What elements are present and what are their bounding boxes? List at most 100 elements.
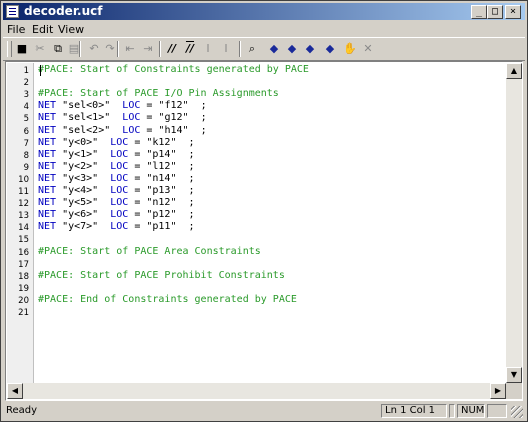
scroll-up-button[interactable]: ▲ [506,63,522,79]
line-number: 4 [23,102,29,113]
menu-view[interactable]: View [58,23,84,36]
window-title: decoder.ucf [24,4,103,18]
format-icon[interactable]: I [217,41,235,57]
code-line: NET "y<6>" LOC = "p12" ; [38,209,195,220]
code-line: NET "sel<1>" LOC = "g12" ; [38,112,207,123]
code-line: #PACE: Start of PACE I/O Pin Assignments [38,88,279,99]
save-icon[interactable]: ■ [13,41,31,57]
comment-token: #PACE: Start of Constraints generated by… [38,64,309,75]
document-icon [6,5,19,18]
line-number: 16 [18,247,29,258]
toolbar-separator [239,41,241,57]
text-token: "y<4>" [56,185,111,196]
horizontal-scrollbar[interactable]: ◀ ▶ [7,383,506,399]
line-number: 20 [18,295,29,306]
comment-token: #PACE: Start of PACE Prohibit Constraint… [38,269,285,281]
keyword-token: NET [38,100,57,112]
line-number: 14 [18,223,29,234]
text-token: "sel<0>" [56,100,123,112]
code-line: NET "sel<0>" LOC = "f12" ; [38,100,207,111]
text-token: = "f12" ; [140,100,207,112]
line-number: 19 [18,283,29,294]
num-lock-indicator: NUM [457,404,485,418]
bookmark-clear-icon[interactable]: ◆ [321,41,339,57]
bookmark-toggle-icon[interactable]: ◆ [265,41,283,57]
cut-icon[interactable]: ✂ [31,41,49,57]
text-token: = "p12" ; [128,209,195,221]
toolbar-separator [159,41,161,57]
text-token: "y<3>" [56,172,111,184]
menu-file[interactable]: File [7,23,25,36]
editor-window: decoder.ucf _ □ × File Edit View ■ ✂ ⧉ ▤ ↶ ↷ ⇤… [0,0,528,422]
outdent-icon[interactable]: ⇤ [121,41,139,57]
scroll-left-button[interactable]: ◀ [7,383,23,399]
hand-icon[interactable]: ✋ [341,41,359,57]
resize-grip[interactable] [511,406,523,418]
keyword-token: LOC [110,185,129,196]
scrollbar-corner [506,383,522,399]
line-number-gutter: 1 2 3 4 5 6 7 8 9 10 11 12 13 14 15 16 17 18 19 20 21 [7,63,34,383]
vertical-scrollbar[interactable]: ▲ ▼ [506,63,522,383]
menu-edit[interactable]: Edit [32,23,53,36]
keyword-token: NET [38,160,57,172]
bookmark-next-icon[interactable]: ◆ [283,41,301,57]
text-token: "y<1>" [56,148,111,160]
comment-token: #PACE: End of Constraints generated by P… [38,293,297,305]
find-icon[interactable]: ⌕ [243,41,261,57]
italic-icon[interactable]: I [199,41,217,57]
close-button[interactable]: × [505,5,521,19]
toolbar-grip[interactable] [7,41,12,57]
text-token: = "g12" ; [140,112,207,124]
code-line: NET "y<5>" LOC = "n12" ; [38,197,195,208]
line-number: 11 [18,187,29,197]
code-line: NET "y<4>" LOC = "p13" ; [38,185,195,196]
code-line: NET "y<3>" LOC = "n14" ; [38,173,195,184]
line-number: 7 [23,138,29,149]
code-editor[interactable]: 1 2 3 4 5 6 7 8 9 10 11 12 13 14 15 16 17 18 19 20 21 #PACE:… [5,61,523,401]
bookmark-prev-icon[interactable]: ◆ [301,41,319,57]
line-number: 13 [18,211,29,222]
tools-icon[interactable]: ✕ [359,41,377,57]
keyword-token: LOC [110,172,129,184]
minimize-button[interactable]: _ [471,5,487,19]
indent-icon[interactable]: ⇥ [139,41,157,57]
code-line: #PACE: Start of PACE Prohibit Constraint… [38,270,285,281]
cursor-position: Ln 1 Col 1 [381,404,447,418]
scroll-down-button[interactable]: ▼ [506,367,522,383]
comment-icon[interactable]: // [163,41,181,57]
redo-icon[interactable]: ↷ [101,41,119,57]
line-number: 2 [23,78,29,89]
line-number: 15 [18,235,29,246]
text-token: = "p11" ; [128,221,195,233]
uncomment-icon[interactable]: // [181,41,199,57]
line-number: 5 [23,114,29,125]
line-number: 3 [23,90,29,101]
comment-token: #PACE: Start of PACE Area Constraints [38,245,261,257]
keyword-token: NET [38,221,57,233]
text-token: = "h14" ; [140,124,207,136]
keyword-token: LOC [110,221,129,233]
text-token: = "n12" ; [128,197,195,209]
keyword-token: NET [38,136,57,148]
line-number: 6 [23,126,29,137]
toolbar: ■ ✂ ⧉ ▤ ↶ ↷ ⇤ ⇥////I I ⌕ ◆ ◆ ◆ ◆ ✋ ✕ [3,37,525,61]
text-token: "y<6>" [56,209,111,221]
maximize-button[interactable]: □ [487,5,503,19]
keyword-token: LOC [122,112,141,124]
line-number: 21 [18,308,29,318]
text-token: "y<2>" [56,160,111,172]
keyword-token: NET [38,197,57,209]
scroll-right-button[interactable]: ▶ [490,383,506,399]
keyword-token: LOC [122,100,141,112]
keyword-token: NET [38,148,57,160]
line-number: 1 [23,66,29,76]
code-line: #PACE: Start of PACE Area Constraints [38,246,261,257]
text-token: = "p13" ; [128,185,195,196]
keyword-token: LOC [110,136,129,148]
code-line: NET "y<2>" LOC = "l12" ; [38,161,195,172]
paste-icon[interactable]: ▤ [65,41,83,57]
text-token: = "k12" ; [128,136,195,148]
status-bar: Ready Ln 1 Col 1 NUM [3,403,525,419]
title-bar[interactable]: decoder.ucf _ □ × [3,3,525,20]
text-token: "sel<1>" [56,112,123,124]
